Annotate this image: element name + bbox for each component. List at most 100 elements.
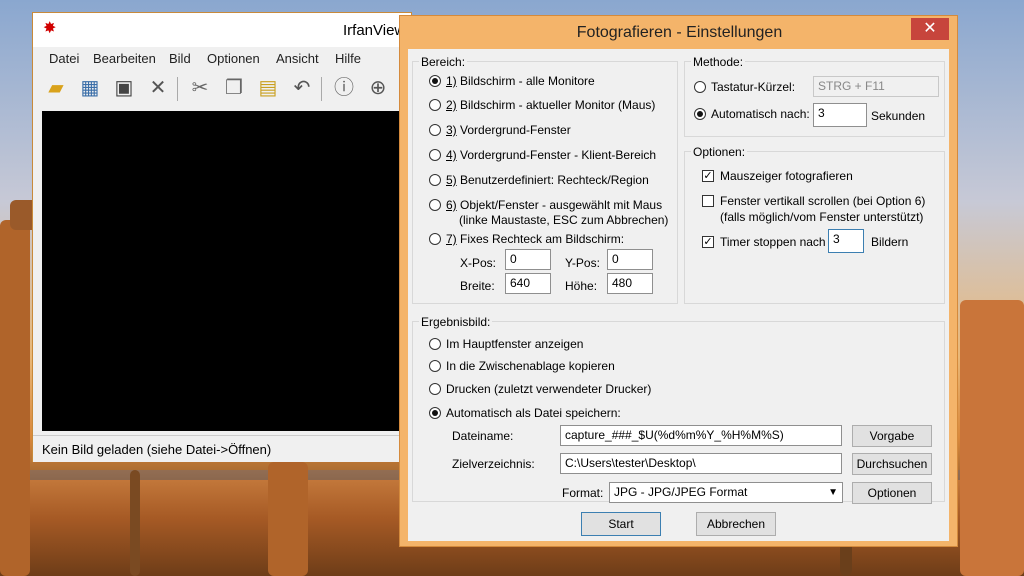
sekunden-label: Sekunden (871, 109, 926, 123)
menu-datei[interactable]: Datei (49, 51, 79, 66)
radio-option-5[interactable] (429, 174, 441, 186)
irfanview-title: IrfanView (343, 22, 406, 39)
scroll-hint: (falls möglich/vom Fenster unterstützt) (720, 210, 924, 224)
xpos-field[interactable]: 0 (505, 249, 551, 270)
durchsuchen-button[interactable]: Durchsuchen (852, 453, 932, 475)
mauszeiger-label[interactable]: Mauszeiger fotografieren (720, 169, 853, 183)
save-icon[interactable]: ▣ (111, 75, 137, 101)
hoehe-field[interactable]: 480 (607, 273, 653, 294)
radio-zwischenablage[interactable] (429, 360, 441, 372)
zielverzeichnis-field[interactable]: C:\Users\tester\Desktop\ (560, 453, 842, 474)
format-select[interactable]: JPG - JPG/JPEG Format ▼ (609, 482, 843, 503)
als-datei-label[interactable]: Automatisch als Datei speichern: (446, 406, 621, 420)
option-3-label[interactable]: 3) Vordergrund-Fenster (446, 123, 571, 137)
irfanview-titlebar[interactable]: ✸ IrfanView (33, 13, 411, 47)
breite-label: Breite: (460, 279, 495, 293)
menu-hilfe[interactable]: Hilfe (335, 51, 361, 66)
drucken-label[interactable]: Drucken (zuletzt verwendeter Drucker) (446, 382, 651, 396)
irfanview-window: ✸ IrfanView Datei Bearbeiten Bild Option… (32, 12, 412, 462)
optionen-group: Optionen: ✓ Mauszeiger fotografieren Fen… (684, 145, 945, 304)
ergebnisbild-legend: Ergebnisbild: (419, 315, 493, 329)
zielverzeichnis-label: Zielverzeichnis: (452, 457, 535, 471)
dialog-client-area: Bereich: 1) Bildschirm - alle Monitore 2… (408, 49, 949, 541)
scroll-label[interactable]: Fenster vertikall scrollen (bei Option 6… (720, 194, 925, 208)
option-6-hint: (linke Maustaste, ESC zum Abbrechen) (459, 213, 669, 227)
undo-icon[interactable]: ↶ (289, 75, 315, 101)
format-value: JPG - JPG/JPEG Format (614, 485, 748, 499)
abbrechen-button[interactable]: Abbrechen (696, 512, 776, 536)
irfanview-statusbar: Kein Bild geladen (siehe Datei->Öffnen) (33, 435, 411, 462)
radio-als-datei[interactable] (429, 407, 441, 419)
option-4-label[interactable]: 4) Vordergrund-Fenster - Klient-Bereich (446, 148, 656, 162)
option-5-label[interactable]: 5) Benutzerdefiniert: Rechteck/Region (446, 173, 649, 187)
radio-drucken[interactable] (429, 383, 441, 395)
format-optionen-button[interactable]: Optionen (852, 482, 932, 504)
radio-tastatur[interactable] (694, 81, 706, 93)
option-6-label[interactable]: 6) Objekt/Fenster - ausgewählt mit Maus (446, 198, 662, 212)
vorgabe-button[interactable]: Vorgabe (852, 425, 932, 447)
toolbar-separator (321, 77, 322, 101)
paste-icon[interactable]: ▤ (255, 75, 281, 101)
delay-field[interactable]: 3 (813, 103, 867, 127)
wallpaper-tree (960, 300, 1024, 576)
radio-option-7[interactable] (429, 233, 441, 245)
menu-ansicht[interactable]: Ansicht (276, 51, 319, 66)
xpos-label: X-Pos: (460, 256, 497, 270)
irfanview-logo-icon: ✸ (43, 20, 57, 37)
scroll-checkbox[interactable] (702, 195, 714, 207)
ergebnisbild-group: Ergebnisbild: Im Hauptfenster anzeigen I… (412, 315, 945, 504)
irfanview-menubar: Datei Bearbeiten Bild Optionen Ansicht H… (33, 47, 411, 69)
irfanview-toolbar: ▰ ▦ ▣ ✕ ✂ ❐ ▤ ↶ ⓘ ⊕ (33, 71, 411, 105)
radio-automatisch[interactable] (694, 108, 706, 120)
dateiname-field[interactable]: capture_###_$U(%d%m%Y_%H%M%S) (560, 425, 842, 446)
option-1-label[interactable]: 1) Bildschirm - alle Monitore (446, 74, 595, 88)
status-text: Kein Bild geladen (siehe Datei->Öffnen) (42, 442, 272, 457)
timer-label[interactable]: Timer stoppen nach (720, 235, 826, 249)
open-folder-icon[interactable]: ▰ (43, 75, 69, 101)
methode-legend: Methode: (691, 55, 746, 69)
hoehe-label: Höhe: (565, 279, 598, 293)
automatisch-label[interactable]: Automatisch nach: (711, 107, 810, 121)
timer-count-field[interactable]: 3 (828, 229, 864, 253)
option-2-label[interactable]: 2) Bildschirm - aktueller Monitor (Maus) (446, 98, 655, 112)
radio-hauptfenster[interactable] (429, 338, 441, 350)
bereich-group: Bereich: 1) Bildschirm - alle Monitore 2… (412, 55, 678, 304)
info-icon[interactable]: ⓘ (331, 75, 357, 101)
option-7-label[interactable]: 7) Fixes Rechteck am Bildschirm: (446, 232, 624, 246)
hauptfenster-label[interactable]: Im Hauptfenster anzeigen (446, 337, 583, 351)
chevron-down-icon: ▼ (828, 487, 838, 498)
start-button[interactable]: Start (581, 512, 661, 536)
radio-option-1[interactable] (429, 75, 441, 87)
cut-icon[interactable]: ✂ (187, 75, 213, 101)
radio-option-4[interactable] (429, 149, 441, 161)
zwischenablage-label[interactable]: In die Zwischenablage kopieren (446, 359, 615, 373)
wallpaper-tree (130, 470, 140, 576)
capture-settings-dialog: Fotografieren - Einstellungen ✕ Bereich:… (399, 15, 958, 547)
wallpaper-tree (0, 220, 30, 576)
toolbar-separator (177, 77, 178, 101)
radio-option-3[interactable] (429, 124, 441, 136)
breite-field[interactable]: 640 (505, 273, 551, 294)
ypos-field[interactable]: 0 (607, 249, 653, 270)
menu-bild[interactable]: Bild (169, 51, 191, 66)
delete-icon[interactable]: ✕ (145, 75, 171, 101)
menu-optionen[interactable]: Optionen (207, 51, 260, 66)
radio-option-2[interactable] (429, 99, 441, 111)
bereich-legend: Bereich: (419, 55, 468, 69)
format-label: Format: (562, 486, 604, 500)
image-canvas[interactable] (42, 111, 402, 431)
thumbnails-icon[interactable]: ▦ (77, 75, 103, 101)
wallpaper-tree (268, 462, 308, 576)
menu-bearbeiten[interactable]: Bearbeiten (93, 51, 156, 66)
mauszeiger-checkbox[interactable]: ✓ (702, 170, 714, 182)
dialog-title: Fotografieren - Einstellungen (576, 24, 783, 41)
radio-option-6[interactable] (429, 199, 441, 211)
hotkey-field[interactable]: STRG + F11 (813, 76, 939, 97)
zoom-in-icon[interactable]: ⊕ (365, 75, 391, 101)
timer-checkbox[interactable]: ✓ (702, 236, 714, 248)
copy-icon[interactable]: ❐ (221, 75, 247, 101)
tastatur-label[interactable]: Tastatur-Kürzel: (711, 80, 795, 94)
methode-group: Methode: Tastatur-Kürzel: STRG + F11 Aut… (684, 55, 945, 137)
optionen-legend: Optionen: (691, 145, 748, 159)
close-button[interactable]: ✕ (911, 18, 949, 40)
